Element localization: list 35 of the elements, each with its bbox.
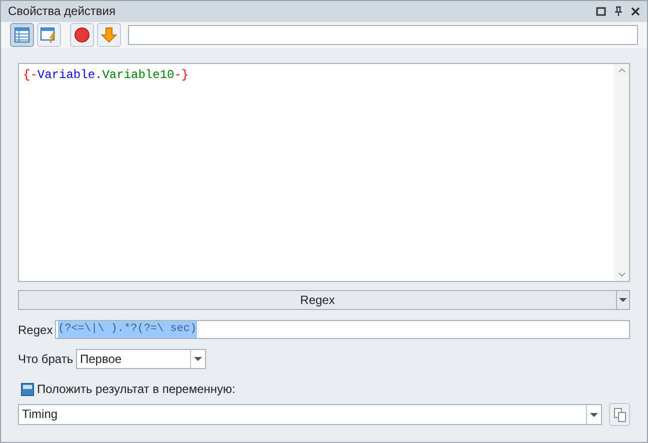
close-icon[interactable] (631, 6, 640, 16)
code-line: {-Variable.Variable10-} (22, 67, 190, 84)
stop-icon (74, 26, 90, 43)
code-editor[interactable]: {-Variable.Variable10-} (18, 63, 630, 282)
take-select[interactable]: Первое (76, 349, 206, 369)
caret-icon (194, 357, 202, 361)
maximize-icon[interactable] (596, 6, 606, 16)
toolbar-button[interactable] (70, 22, 94, 47)
scrollbar[interactable] (614, 64, 629, 281)
table-icon (14, 26, 30, 43)
variable-select[interactable]: Timing (18, 404, 602, 425)
window-lightning-icon (40, 26, 58, 43)
toolbar-button[interactable] (37, 22, 61, 47)
regex-value: (?<=\|\ ).*?(?=\ sec) (58, 321, 197, 338)
mode-value: Regex (299, 292, 336, 309)
save-result-label: Положить результат в переменную: (37, 381, 236, 398)
caret-icon (590, 412, 598, 416)
take-value: Первое (79, 351, 123, 368)
toolbar-text-field[interactable] (128, 24, 638, 45)
toolbar-button[interactable] (10, 22, 34, 47)
mode-select[interactable]: Regex (18, 290, 630, 310)
regex-label: Regex (18, 322, 54, 338)
copy-button[interactable] (609, 403, 630, 426)
take-label: Что брать (18, 351, 74, 368)
pin-icon[interactable] (614, 6, 623, 16)
window-title: Свойства действия (8, 3, 116, 20)
regex-field[interactable]: (?<=\|\ ).*?(?=\ sec) (55, 320, 630, 339)
scroll-down-icon[interactable] (618, 272, 626, 277)
toolbar-button[interactable] (97, 22, 121, 47)
caret-icon (619, 298, 627, 302)
variable-value: Timing (21, 406, 59, 423)
copy-icon (614, 408, 626, 422)
scroll-up-icon[interactable] (618, 68, 626, 73)
floppy-icon[interactable] (21, 382, 34, 396)
arrow-down-icon (101, 26, 117, 43)
